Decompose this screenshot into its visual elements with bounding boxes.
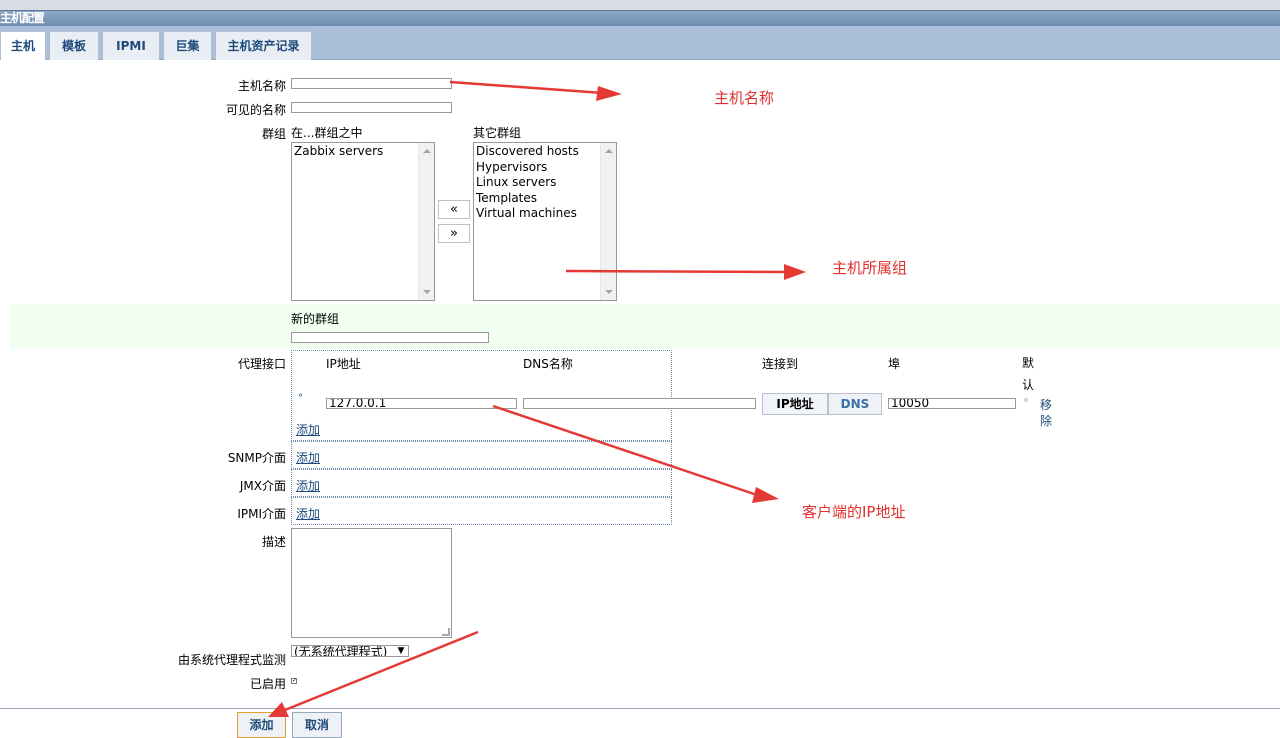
header-bar <box>0 10 1280 26</box>
default-radio[interactable] <box>1023 397 1029 403</box>
tab-inventory[interactable]: 主机资产记录 <box>215 31 312 60</box>
snmp-add-link[interactable]: 添加 <box>296 449 320 466</box>
chevron-down-icon[interactable]: ▼ <box>394 646 408 656</box>
dns-name-input[interactable] <box>523 398 756 409</box>
list-item[interactable]: Templates <box>474 191 616 207</box>
ipmi-interface-label: IPMI介面 <box>237 507 286 521</box>
groups-label: 群组 <box>261 127 286 141</box>
list-item[interactable]: Virtual machines <box>474 206 616 222</box>
col-port: 埠 <box>888 357 901 371</box>
other-groups-label: 其它群组 <box>473 126 522 140</box>
add-button[interactable]: 添加 <box>237 712 286 738</box>
agent-interface-label: 代理接口 <box>237 357 286 371</box>
tab-ipmi[interactable]: IPMI <box>102 31 160 60</box>
jmx-interface-box <box>291 469 672 497</box>
move-left-button[interactable]: « <box>438 200 470 219</box>
snmp-interface-box <box>291 441 672 469</box>
other-groups-listbox[interactable]: Discovered hosts Hypervisors Linux serve… <box>473 142 617 301</box>
enabled-label: 已启用 <box>249 677 286 691</box>
top-strip <box>0 0 1280 10</box>
scrollbar[interactable] <box>600 143 616 300</box>
agent-add-link[interactable]: 添加 <box>296 421 320 438</box>
col-default: 默 <box>1022 356 1035 370</box>
list-item[interactable]: Hypervisors <box>474 160 616 176</box>
proxy-label: 由系统代理程式监测 <box>177 653 286 667</box>
footer-divider <box>0 708 1280 709</box>
remove-link[interactable]: 移 <box>1040 396 1052 413</box>
tab-host[interactable]: 主机 <box>0 31 46 60</box>
col-dns: DNS名称 <box>523 357 573 371</box>
col-default: 认 <box>1022 378 1035 392</box>
description-textarea[interactable] <box>291 528 452 638</box>
list-item[interactable]: Zabbix servers <box>292 144 434 160</box>
list-item[interactable]: Linux servers <box>474 175 616 191</box>
new-group-input[interactable] <box>291 332 489 343</box>
proxy-select-value: (无系统代理程式) <box>294 645 388 657</box>
ip-address-input[interactable]: 127.0.0.1 <box>326 398 517 409</box>
connect-ip-button[interactable]: IP地址 <box>762 393 828 415</box>
resize-grip-icon[interactable] <box>442 628 450 636</box>
new-group-band <box>10 304 1280 349</box>
description-label: 描述 <box>261 535 286 549</box>
col-ip: IP地址 <box>326 357 361 371</box>
remove-link[interactable]: 除 <box>1040 412 1052 429</box>
jmx-add-link[interactable]: 添加 <box>296 477 320 494</box>
tab-templates[interactable]: 模板 <box>49 31 99 60</box>
port-input[interactable]: 10050 <box>888 398 1016 409</box>
in-groups-listbox[interactable]: Zabbix servers <box>291 142 435 301</box>
list-item[interactable]: Discovered hosts <box>474 144 616 160</box>
proxy-select[interactable]: (无系统代理程式) ▼ <box>291 645 409 657</box>
arrow-host-name <box>449 80 622 101</box>
scrollbar[interactable] <box>418 143 434 300</box>
connect-dns-button[interactable]: DNS <box>828 393 882 415</box>
host-name-label: 主机名称 <box>237 79 286 93</box>
move-right-button[interactable]: » <box>438 224 470 243</box>
page-title: 主机配置 <box>0 11 45 25</box>
annotation-host-group: 主机所属组 <box>832 259 908 277</box>
host-name-input[interactable] <box>291 78 452 89</box>
in-groups-label: 在...群组之中 <box>291 126 363 140</box>
snmp-interface-label: SNMP介面 <box>227 451 286 465</box>
annotation-host-name: 主机名称 <box>714 89 775 107</box>
tab-bar: 主机 模板 IPMI 巨集 主机资产记录 <box>0 26 1280 60</box>
new-group-label: 新的群组 <box>291 312 340 326</box>
ipmi-interface-box <box>291 497 672 525</box>
drag-handle-icon[interactable]: ° <box>298 393 303 404</box>
col-connect: 连接到 <box>762 357 799 371</box>
annotation-client-ip: 客户端的IP地址 <box>802 503 906 521</box>
enabled-checkbox[interactable]: ✓ <box>291 678 297 684</box>
tab-macros[interactable]: 巨集 <box>163 31 212 60</box>
jmx-interface-label: JMX介面 <box>239 479 286 493</box>
ipmi-add-link[interactable]: 添加 <box>296 505 320 522</box>
visible-name-label: 可见的名称 <box>225 103 286 117</box>
visible-name-input[interactable] <box>291 102 452 113</box>
cancel-button[interactable]: 取消 <box>292 712 342 738</box>
